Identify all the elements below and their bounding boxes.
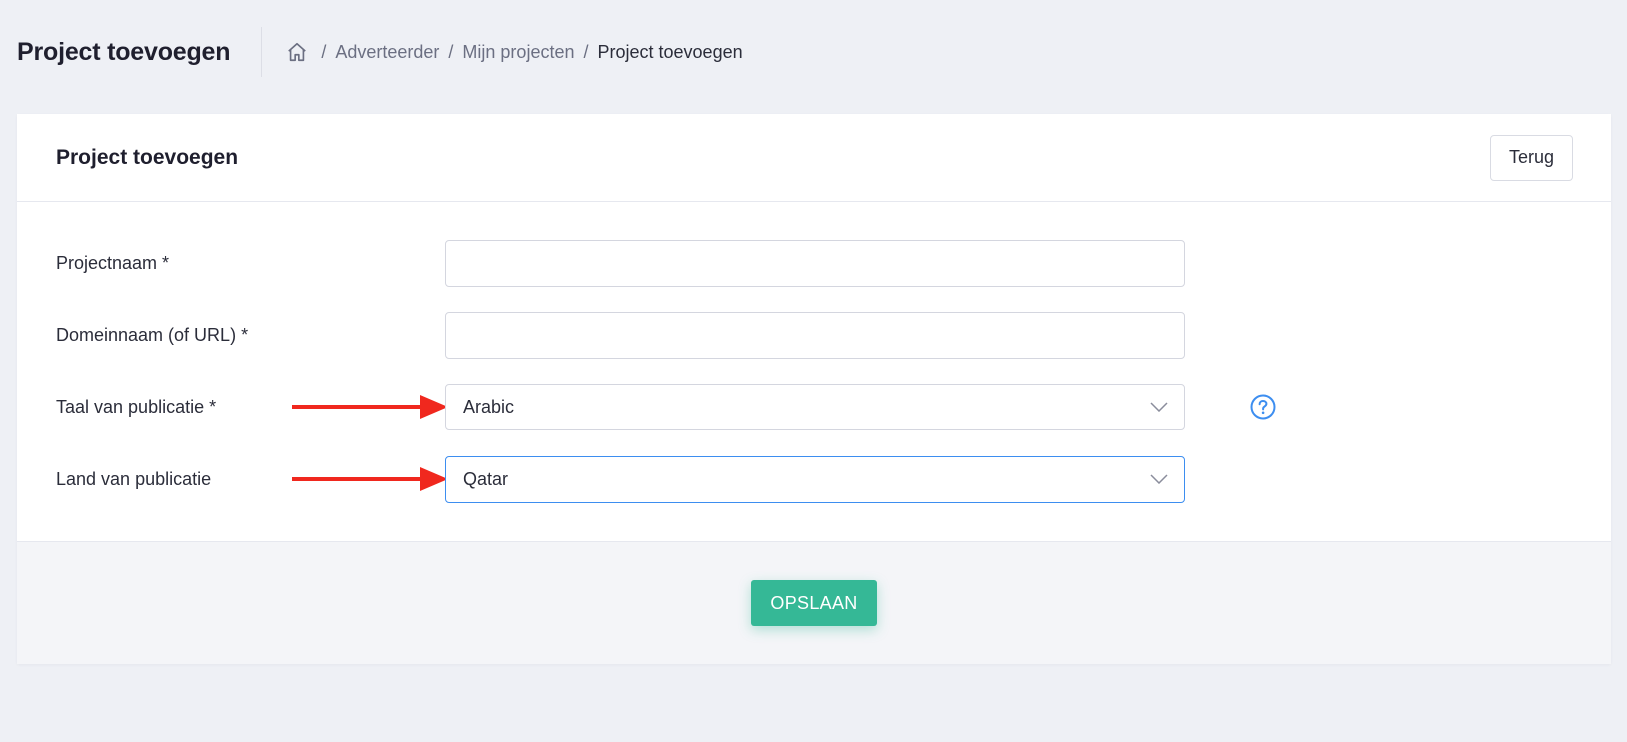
- breadcrumb-adverteerder[interactable]: Adverteerder: [335, 42, 439, 63]
- card-footer: OPSLAAN: [17, 541, 1611, 664]
- language-select[interactable]: Arabic: [445, 384, 1185, 430]
- breadcrumb-current: Project toevoegen: [597, 41, 743, 62]
- breadcrumb-separator: /: [321, 41, 327, 62]
- language-selected-value: Arabic: [463, 396, 515, 417]
- save-button[interactable]: OPSLAAN: [751, 580, 877, 626]
- help-icon[interactable]: [1250, 394, 1276, 420]
- card-body: Projectnaam * Domeinnaam (of URL) * Taal…: [17, 202, 1611, 541]
- subheader: Project toevoegen / Adverteerder / Mijn …: [0, 0, 1627, 104]
- domain-label: Domeinnaam (of URL) *: [56, 324, 249, 345]
- card-header: Project toevoegen Terug: [17, 114, 1611, 202]
- back-button[interactable]: Terug: [1489, 134, 1573, 181]
- domain-input[interactable]: [445, 311, 1185, 359]
- project-name-label: Projectnaam *: [56, 252, 170, 273]
- project-name-input[interactable]: [445, 239, 1185, 287]
- project-form-card: Project toevoegen Terug Projectnaam * Do…: [17, 114, 1611, 664]
- chevron-down-icon: [1150, 402, 1168, 412]
- form-row-language: Taal van publicatie * Arabic: [56, 384, 1572, 430]
- form-row-domain: Domeinnaam (of URL) *: [56, 311, 1572, 359]
- breadcrumb-separator: /: [583, 41, 589, 62]
- subheader-divider: [261, 27, 263, 77]
- annotation-arrow-icon: [292, 395, 448, 419]
- chevron-down-icon: [1150, 474, 1168, 484]
- form-row-project-name: Projectnaam *: [56, 239, 1572, 287]
- form-row-country: Land van publicatie Qatar: [56, 455, 1572, 503]
- home-icon[interactable]: [286, 41, 308, 63]
- country-select[interactable]: Qatar: [445, 455, 1185, 503]
- breadcrumb-mijn-projecten[interactable]: Mijn projecten: [462, 42, 574, 63]
- card-title: Project toevoegen: [56, 145, 239, 169]
- breadcrumb-separator: /: [448, 41, 454, 62]
- page-title: Project toevoegen: [17, 37, 231, 66]
- breadcrumb: / Adverteerder / Mijn projecten / Projec…: [286, 41, 743, 63]
- annotation-arrow-icon: [292, 467, 448, 491]
- country-selected-value: Qatar: [463, 468, 509, 489]
